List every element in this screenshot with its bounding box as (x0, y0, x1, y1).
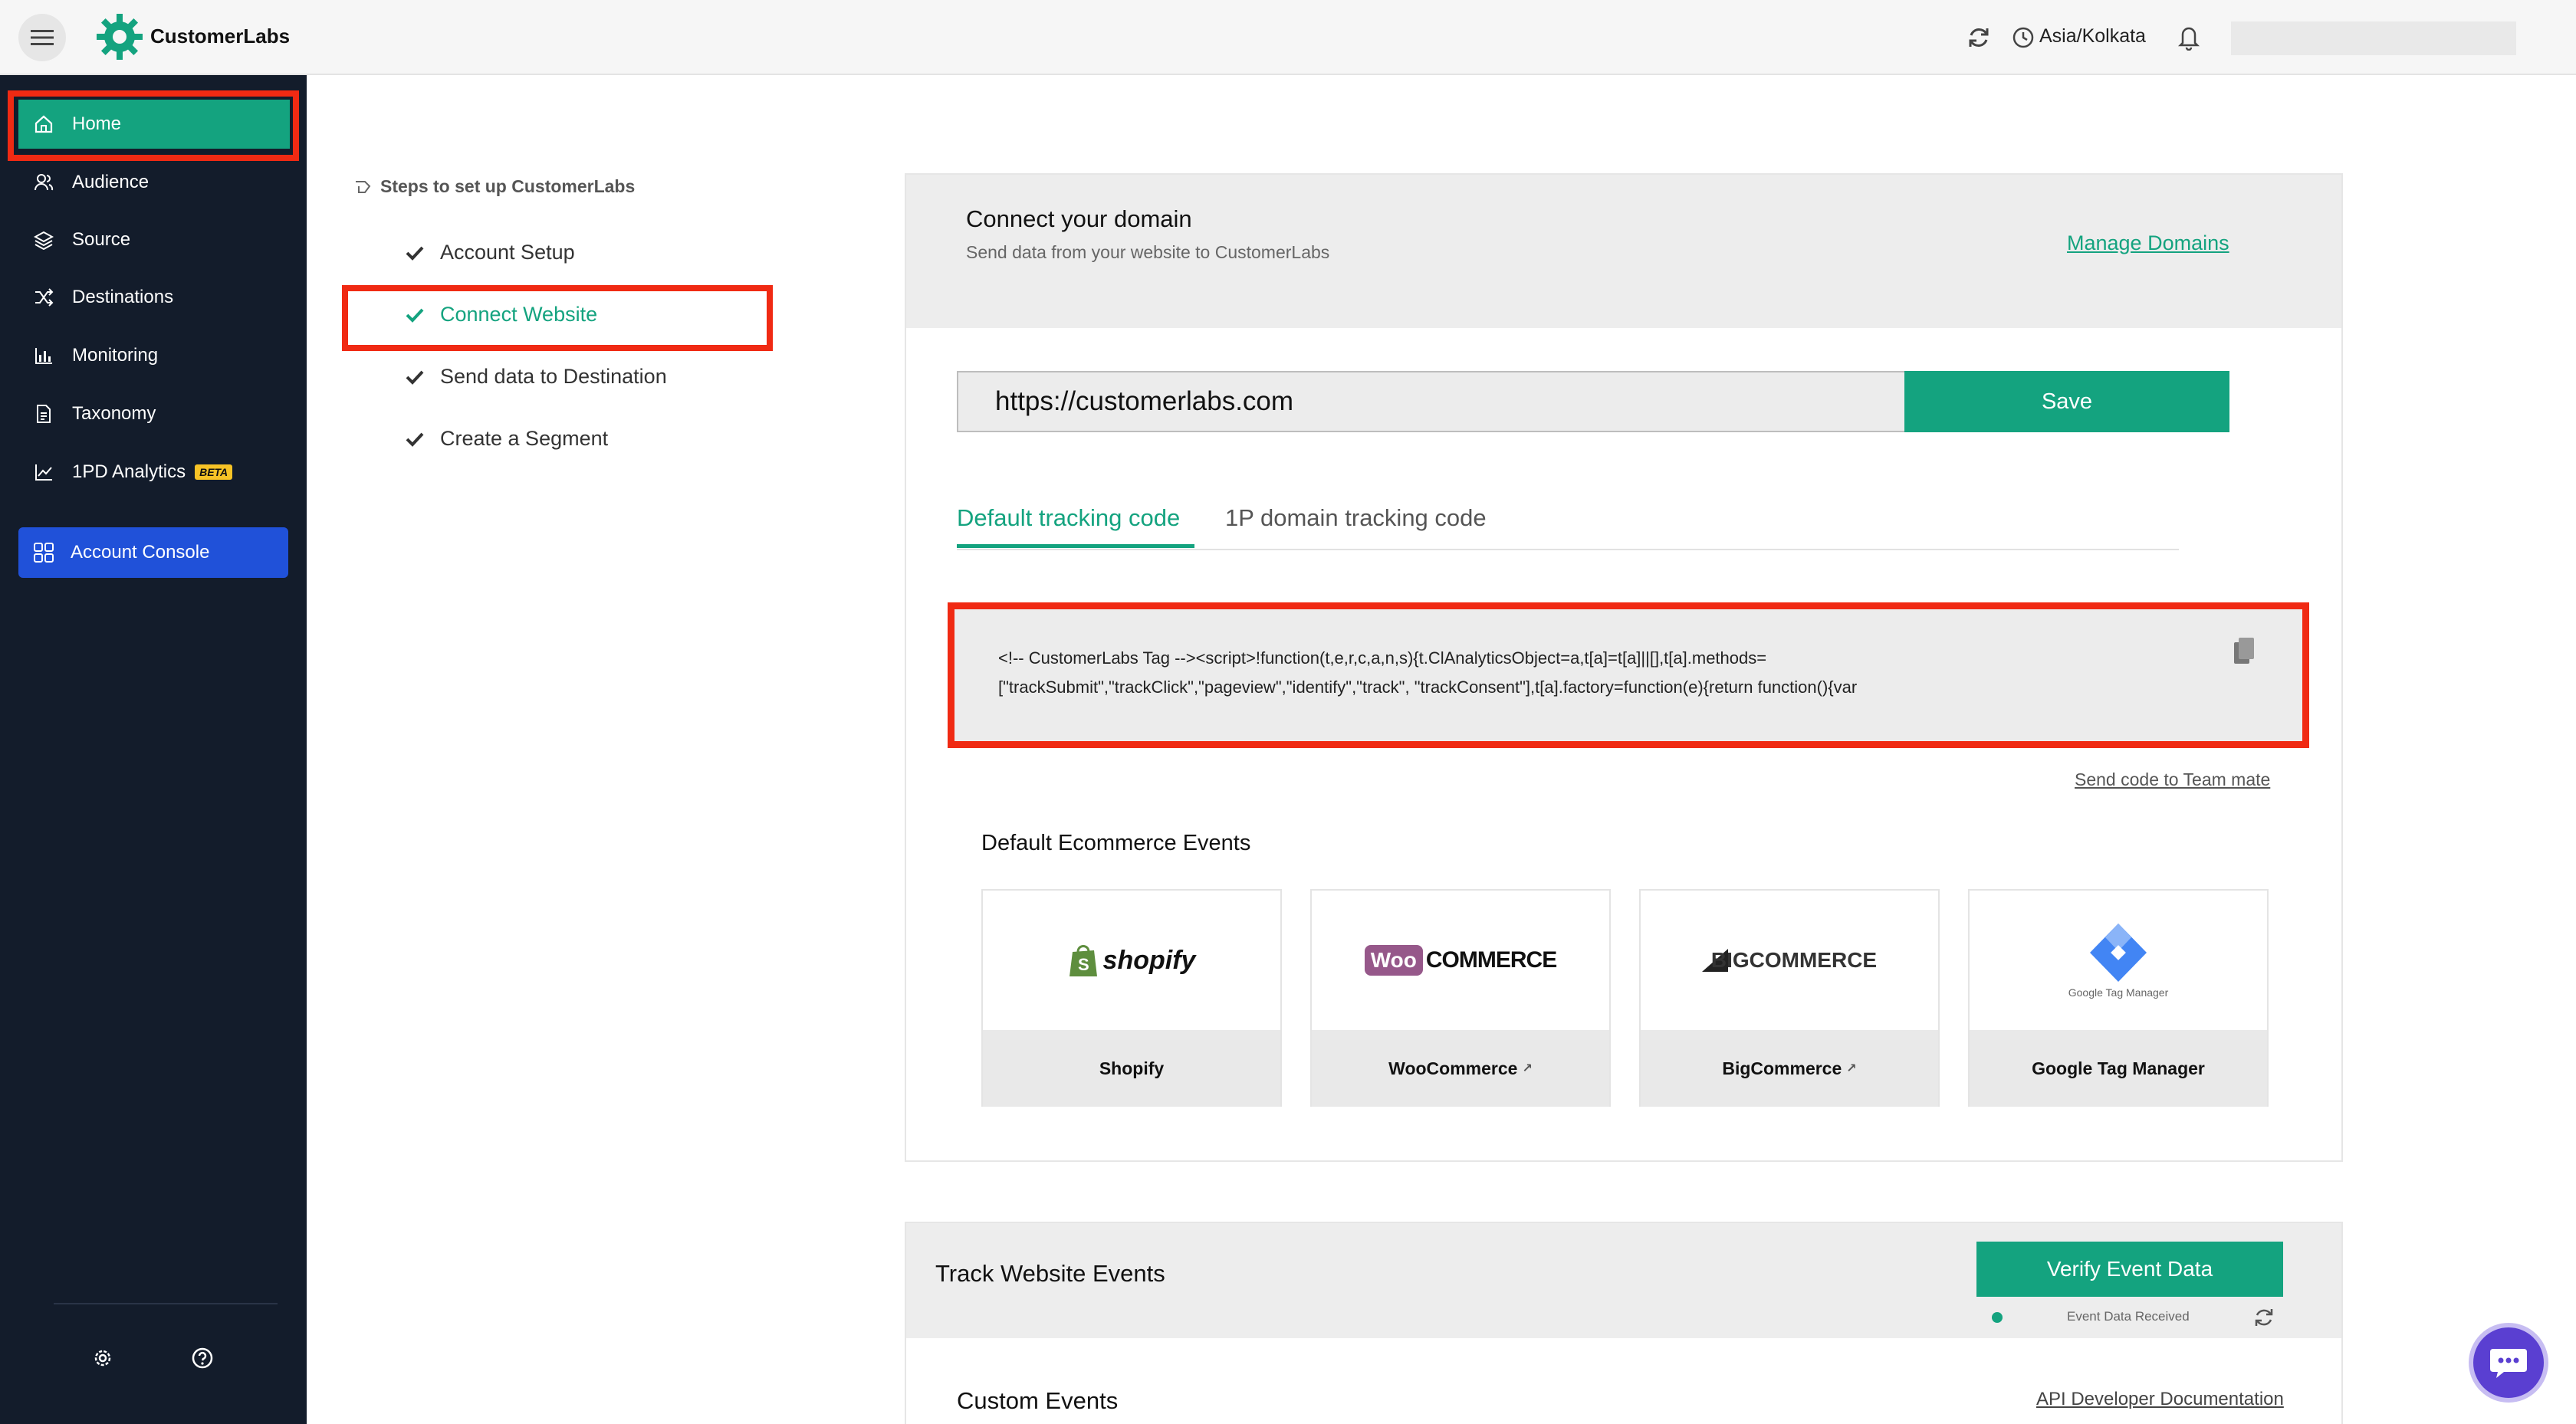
sidebar-item-label: 1PD Analytics (72, 461, 186, 482)
settings-icon[interactable] (90, 1346, 115, 1370)
save-button[interactable]: Save (1904, 371, 2229, 432)
logo-gear-icon (97, 14, 143, 60)
chat-support-button[interactable] (2469, 1323, 2548, 1403)
card-title: Connect your domain (966, 205, 1192, 232)
shopify-bag-icon: S (1069, 945, 1097, 976)
clock-icon (2013, 27, 2034, 48)
sidebar-item-monitoring[interactable]: Monitoring (18, 331, 290, 380)
document-icon (32, 402, 55, 425)
account-console-button[interactable]: Account Console (18, 527, 288, 578)
bigcommerce-wordmark: BIGCOMMERCE (1710, 948, 1878, 972)
card-subtitle: Send data from your website to CustomerL… (966, 242, 1330, 262)
tracking-code-highlight-box (948, 602, 2309, 748)
tab-1p-domain-tracking-code[interactable]: 1P domain tracking code (1225, 504, 1487, 532)
platform-label-row: WooCommerce ↗ (1312, 1030, 1609, 1107)
help-icon[interactable] (190, 1346, 215, 1370)
platform-tile-woocommerce[interactable]: Woo COMMERCE WooCommerce ↗ (1310, 889, 1611, 1107)
layers-icon (32, 228, 55, 251)
check-icon (406, 370, 424, 385)
top-bar: CustomerLabs Asia/Kolkata (0, 0, 2576, 75)
step-label: Account Setup (440, 241, 575, 264)
grid-icon (34, 543, 54, 563)
sidebar-item-label: Audience (72, 172, 150, 192)
track-events-title: Track Website Events (935, 1260, 1165, 1287)
bar-chart-icon (32, 344, 55, 367)
shopify-wordmark: shopify (1102, 945, 1196, 975)
menu-icon[interactable] (18, 14, 66, 61)
external-link-icon: ↗ (1522, 1062, 1533, 1075)
sidebar-item-1pd-analytics[interactable]: 1PD Analytics BETA (18, 448, 290, 497)
platform-label-row: BigCommerce ↗ (1641, 1030, 1938, 1107)
users-icon (32, 171, 55, 194)
home-highlight-box (8, 90, 299, 161)
account-console-label: Account Console (71, 542, 210, 563)
chat-bubble-icon (2490, 1349, 2527, 1378)
sidebar-divider (54, 1303, 278, 1304)
bell-icon[interactable] (2176, 23, 2202, 51)
tab-default-tracking-code[interactable]: Default tracking code (957, 504, 1180, 532)
svg-text:S: S (1078, 955, 1089, 974)
ecommerce-events-title: Default Ecommerce Events (981, 831, 1251, 855)
user-account-area[interactable] (2231, 21, 2516, 55)
platform-label: BigCommerce (1722, 1058, 1842, 1078)
gtm-diamond-icon (2090, 924, 2147, 982)
sidebar-item-source[interactable]: Source (18, 215, 290, 264)
event-status-text: Event Data Received (2067, 1309, 2190, 1324)
send-code-to-teammate-link[interactable]: Send code to Team mate (2075, 769, 2270, 790)
beta-badge: BETA (195, 464, 233, 480)
sidebar-item-label: Destinations (72, 287, 174, 307)
external-link-icon: ↗ (1846, 1062, 1857, 1075)
custom-events-title: Custom Events (957, 1387, 1119, 1414)
connect-domain-card: Connect your domain Send data from your … (905, 173, 2343, 1162)
steps-title: Steps to set up CustomerLabs (353, 176, 635, 197)
refresh-icon[interactable] (1966, 25, 1992, 51)
sidebar-item-destinations[interactable]: Destinations (18, 273, 290, 322)
active-tab-indicator (957, 544, 1194, 548)
step-label: Send data to Destination (440, 365, 667, 388)
commerce-wordmark: COMMERCE (1425, 947, 1557, 973)
brand-name: CustomerLabs (150, 25, 291, 48)
hand-pointer-icon (356, 180, 371, 193)
check-icon (406, 432, 424, 447)
check-icon (406, 246, 424, 261)
platform-tile-bigcommerce[interactable]: BIGCOMMERCE BigCommerce ↗ (1639, 889, 1940, 1107)
card-header: Connect your domain Send data from your … (906, 175, 2341, 328)
refresh-icon[interactable] (2252, 1306, 2275, 1329)
sidebar-item-label: Monitoring (72, 345, 159, 366)
platform-label: Shopify (983, 1030, 1280, 1107)
steps-title-text: Steps to set up CustomerLabs (380, 176, 636, 196)
card-header: Track Website Events Verify Event Data E… (906, 1223, 2341, 1338)
sidebar-item-taxonomy[interactable]: Taxonomy (18, 389, 290, 438)
api-documentation-link[interactable]: API Developer Documentation (2036, 1389, 2284, 1410)
gtm-wordmark: Google Tag Manager (2068, 986, 2169, 999)
step-send-data[interactable]: Send data to Destination (405, 365, 667, 389)
line-chart-icon (32, 461, 55, 484)
woocommerce-logo: Woo COMMERCE (1312, 891, 1609, 1030)
status-dot (1992, 1312, 2003, 1323)
platform-label: WooCommerce (1388, 1058, 1518, 1078)
sidebar-item-audience[interactable]: Audience (18, 158, 290, 207)
platform-label: Google Tag Manager (1970, 1030, 2267, 1107)
shuffle-icon (32, 286, 55, 309)
domain-url-input[interactable]: https://customerlabs.com (957, 371, 1904, 432)
sidebar-item-label: Taxonomy (72, 403, 156, 424)
verify-event-data-button[interactable]: Verify Event Data (1976, 1242, 2283, 1297)
shopify-logo: S shopify (983, 891, 1280, 1030)
tabs-divider (957, 549, 2179, 550)
connect-website-highlight-box (342, 285, 773, 351)
timezone-label[interactable]: Asia/Kolkata (2039, 25, 2146, 48)
step-account-setup[interactable]: Account Setup (405, 241, 575, 264)
manage-domains-link[interactable]: Manage Domains (2067, 231, 2229, 255)
platform-tile-shopify[interactable]: S shopify Shopify (981, 889, 1282, 1107)
sidebar-item-label: Source (72, 229, 131, 250)
step-create-segment[interactable]: Create a Segment (405, 427, 608, 451)
woo-bubble: Woo (1364, 945, 1423, 976)
step-label: Create a Segment (440, 427, 609, 450)
platform-tile-google-tag-manager[interactable]: Google Tag Manager Google Tag Manager (1968, 889, 2269, 1107)
bigcommerce-logo: BIGCOMMERCE (1641, 891, 1938, 1030)
sidebar: Home Audience Source Destinations Monito… (0, 75, 307, 1424)
track-events-card: Track Website Events Verify Event Data E… (905, 1222, 2343, 1424)
gtm-logo: Google Tag Manager (1970, 891, 2267, 1030)
